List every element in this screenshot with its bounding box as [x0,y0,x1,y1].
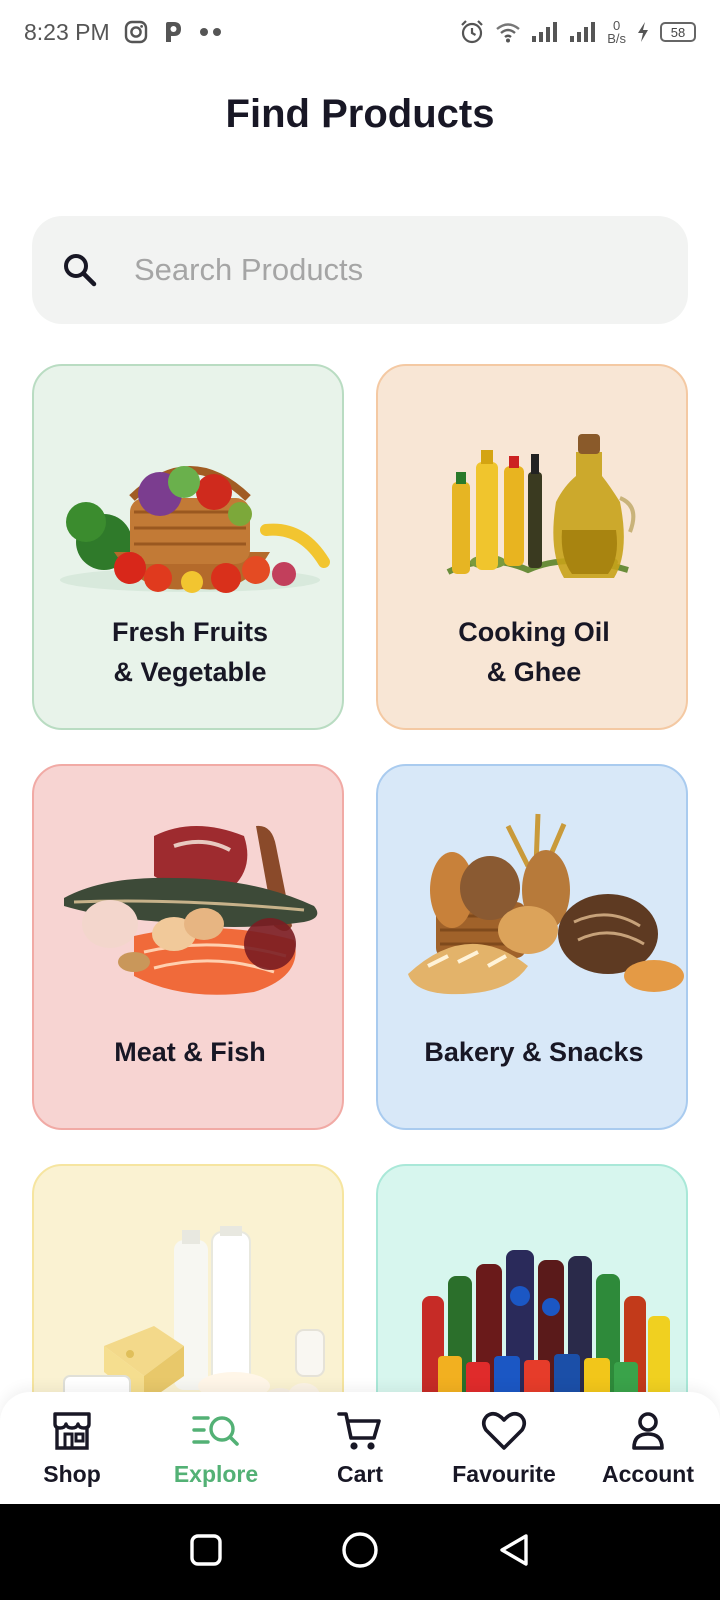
status-time: 8:23 PM [24,18,110,45]
alarm-icon [459,19,485,45]
fruits-basket-image [60,466,330,593]
p-app-icon [162,20,184,44]
search-icon[interactable] [60,250,100,290]
status-right: 0 B/s 58 [459,19,696,45]
wifi-icon [495,21,521,43]
search-input[interactable] [134,252,634,288]
instagram-icon [124,20,148,44]
nav-explore[interactable]: Explore [144,1392,288,1504]
net-speed: 0 B/s [607,19,626,45]
store-icon [51,1410,93,1457]
oil-bottles-image [446,434,636,578]
cart-icon [336,1410,384,1457]
more-notifications-icon [198,27,224,37]
nav-label: Account [602,1461,694,1487]
nav-cart[interactable]: Cart [288,1392,432,1504]
person-icon [627,1410,669,1457]
nav-label: Explore [173,1461,259,1487]
nav-shop[interactable]: Shop [0,1392,144,1504]
category-label: Bakery & Snacks [424,1037,644,1067]
category-card-bakery-snacks[interactable]: Bakery & Snacks [376,764,688,1130]
signal-icon-2 [569,21,597,43]
search-bar[interactable] [32,216,688,324]
bakery-image [408,813,684,995]
status-left: 8:23 PM [24,19,224,46]
category-card-cooking-oil[interactable]: Cooking Oil & Ghee [376,364,688,730]
back-icon[interactable] [496,1532,532,1573]
category-label: Cooking Oil & Ghee [458,617,610,687]
system-nav-bar [0,1504,720,1600]
signal-icon [531,21,559,43]
battery-level: 58 [670,24,686,40]
nav-label: Favourite [452,1461,556,1487]
heart-icon [480,1410,528,1457]
page-title: Find Products [225,92,495,136]
category-label: Fresh Fruits & Vegetable [111,617,269,687]
status-bar: 8:23 PM 0 B/s 58 [0,0,720,64]
charging-icon [636,21,650,43]
recents-icon[interactable] [188,1532,224,1573]
nav-label: Shop [43,1461,101,1487]
net-speed-unit: B/s [607,31,626,46]
nav-favourite[interactable]: Favourite [432,1392,576,1504]
home-icon[interactable] [340,1530,380,1575]
battery-icon: 58 [660,22,696,42]
category-card-fresh-fruits[interactable]: Fresh Fruits & Vegetable [32,364,344,730]
meat-fish-image [64,825,318,995]
category-label: Meat & Fish [114,1037,266,1067]
nav-account[interactable]: Account [576,1392,720,1504]
bottom-nav: Shop Explore Cart Favourite Account [0,1392,720,1504]
nav-label: Cart [336,1461,383,1487]
category-card-meat-fish[interactable]: Meat & Fish [32,764,344,1130]
explore-icon [190,1410,242,1457]
